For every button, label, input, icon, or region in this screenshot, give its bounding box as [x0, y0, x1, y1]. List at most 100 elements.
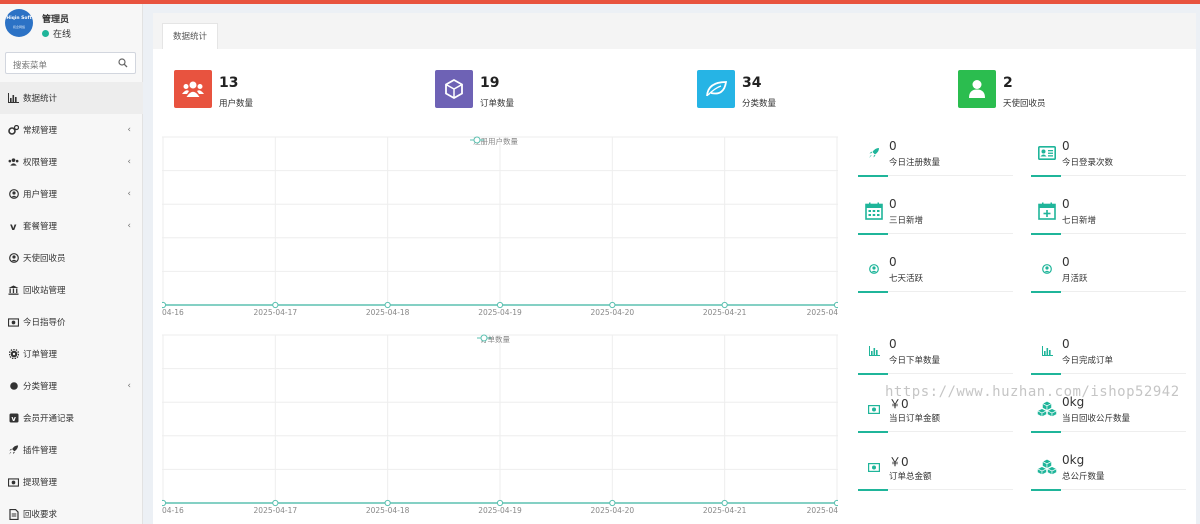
stat-value: 13 [219, 75, 239, 91]
bar-chart-icon [864, 341, 884, 361]
x-tick-label: 2025-04-20 [591, 506, 635, 513]
sidebar-item-11[interactable]: 插件管理 [0, 434, 143, 466]
summary-stat-label: 今日完成订单 [1062, 356, 1114, 366]
summary-stat-label: 总公斤数量 [1062, 472, 1105, 482]
chevron-left-icon: ‹ [127, 125, 131, 135]
x-tick-label: 2025-04 [807, 308, 838, 315]
users-icon [174, 70, 212, 108]
sidebar-item-label: 数据统计 [23, 94, 58, 104]
sidebar-item-label: 插件管理 [23, 446, 58, 456]
divider [858, 431, 1013, 433]
sidebar-item-label: 套餐管理 [23, 222, 58, 232]
sidebar-item-12[interactable]: 提现管理 [0, 466, 143, 498]
chevron-left-icon: ‹ [127, 221, 131, 231]
tab-dashboard[interactable]: 数据统计 [162, 23, 219, 49]
vimeo-square-icon: v [8, 413, 19, 424]
x-tick-label: 2025-04-21 [703, 506, 747, 513]
summary-stat-label: 当日回收公斤数量 [1062, 414, 1131, 424]
summary-stat-label: 七天活跃 [889, 274, 924, 284]
divider [858, 489, 1013, 491]
sidebar-item-label: 提现管理 [23, 478, 58, 488]
user-status-text: 在线 [53, 30, 72, 40]
avatar[interactable]: Hiqin Soft 和企网络 [5, 9, 33, 37]
summary-stat-value: 0 [889, 139, 897, 153]
user-circle-icon [8, 253, 19, 264]
data-point [609, 499, 616, 507]
summary-stat-value: 0 [1062, 139, 1070, 153]
main-content: 数据统计 13 用户数量 19 订单数量 34 分类数量 2 天使回收员 04-16 2025-… [153, 13, 1196, 524]
sidebar-item-10[interactable]: v 会员开通记录 [0, 402, 143, 434]
x-tick-label: 2025-04-19 [478, 308, 522, 315]
data-point [272, 499, 279, 507]
money-icon [8, 477, 19, 488]
watermark-text: https://www.huzhan.com/ishop52942 [885, 384, 1180, 400]
menu-search-input[interactable] [6, 56, 110, 76]
sidebar-item-7[interactable]: 今日指导价 [0, 306, 143, 338]
user-circle-icon [864, 259, 884, 279]
data-point [384, 301, 391, 309]
chevron-left-icon: ‹ [127, 189, 131, 199]
chart-legend[interactable]: 订单数量 [477, 334, 510, 345]
sidebar-item-9[interactable]: 分类管理 ‹ [0, 370, 143, 402]
divider [1031, 489, 1186, 491]
sidebar-item-label: 回收站管理 [23, 286, 66, 296]
summary-stat: 0 七日新增 [1031, 193, 1186, 241]
top-accent-bar [0, 0, 1200, 4]
data-point [272, 301, 279, 309]
user-status: 在线 [42, 27, 71, 40]
summary-stat: 0 三日新增 [858, 193, 1013, 241]
sidebar-item-0[interactable]: 数据统计 [0, 82, 143, 114]
x-tick-label: 2025-04-17 [254, 506, 298, 513]
rocket-icon [864, 143, 884, 163]
money-icon [864, 457, 884, 477]
search-icon[interactable] [118, 58, 128, 68]
summary-stat: 0 今日下单数量 [858, 333, 1013, 381]
chart-legend[interactable]: 注册用户数量 [470, 136, 518, 147]
summary-stat-value: 0 [889, 255, 897, 269]
data-point [496, 301, 504, 309]
divider [858, 291, 1013, 293]
sidebar-item-13[interactable]: 回收要求 [0, 498, 143, 524]
summary-stat-label: 七日新增 [1062, 216, 1097, 226]
sidebar-item-1[interactable]: 常规管理 ‹ [0, 114, 143, 146]
summary-stat-value: ￥0 [889, 455, 909, 469]
sidebar-item-8[interactable]: 订单管理 [0, 338, 143, 370]
svg-text:v: v [11, 415, 16, 423]
tab-bar: 数据统计 [153, 13, 1196, 49]
divider [858, 373, 1013, 375]
data-point [162, 301, 167, 309]
avatar-subtext: 和企网络 [12, 25, 25, 29]
avatar-text: Hiqin Soft [6, 16, 32, 21]
cubes-icon [1037, 457, 1057, 477]
divider [1031, 291, 1186, 293]
summary-stat-label: 月活跃 [1062, 274, 1088, 284]
summary-stat-value: 0 [1062, 255, 1070, 269]
stat-card: 13 用户数量 [174, 70, 334, 110]
summary-stat-label: 当日订单金额 [889, 414, 941, 424]
leaf-icon [697, 70, 735, 108]
sidebar-item-6[interactable]: 回收站管理 [0, 274, 143, 306]
stat-label: 用户数量 [219, 99, 254, 109]
divider [1031, 373, 1186, 375]
user-circle-icon [8, 189, 19, 200]
rocket-icon [8, 445, 19, 456]
calendar-plus-icon [1037, 201, 1057, 221]
summary-stat-label: 订单总金额 [889, 472, 932, 482]
sidebar-item-4[interactable]: v 套餐管理 ‹ [0, 210, 143, 242]
stat-label: 订单数量 [480, 99, 515, 109]
legend-line-icon [477, 334, 491, 342]
svg-text:v: v [10, 222, 17, 231]
summary-stat: 0 七天活跃 [858, 251, 1013, 299]
money-icon [864, 399, 884, 419]
divider [1031, 175, 1186, 177]
sidebar-item-2[interactable]: 权限管理 ‹ [0, 146, 143, 178]
sidebar-item-3[interactable]: 用户管理 ‹ [0, 178, 143, 210]
stat-value: 2 [1003, 75, 1013, 91]
sidebar-item-label: 会员开通记录 [23, 414, 75, 424]
data-point [833, 301, 838, 309]
money-icon [8, 317, 19, 328]
sidebar-item-label: 常规管理 [23, 126, 58, 136]
bank-icon [8, 285, 19, 296]
sidebar-item-5[interactable]: 天使回收员 [0, 242, 143, 274]
divider [858, 233, 1013, 235]
